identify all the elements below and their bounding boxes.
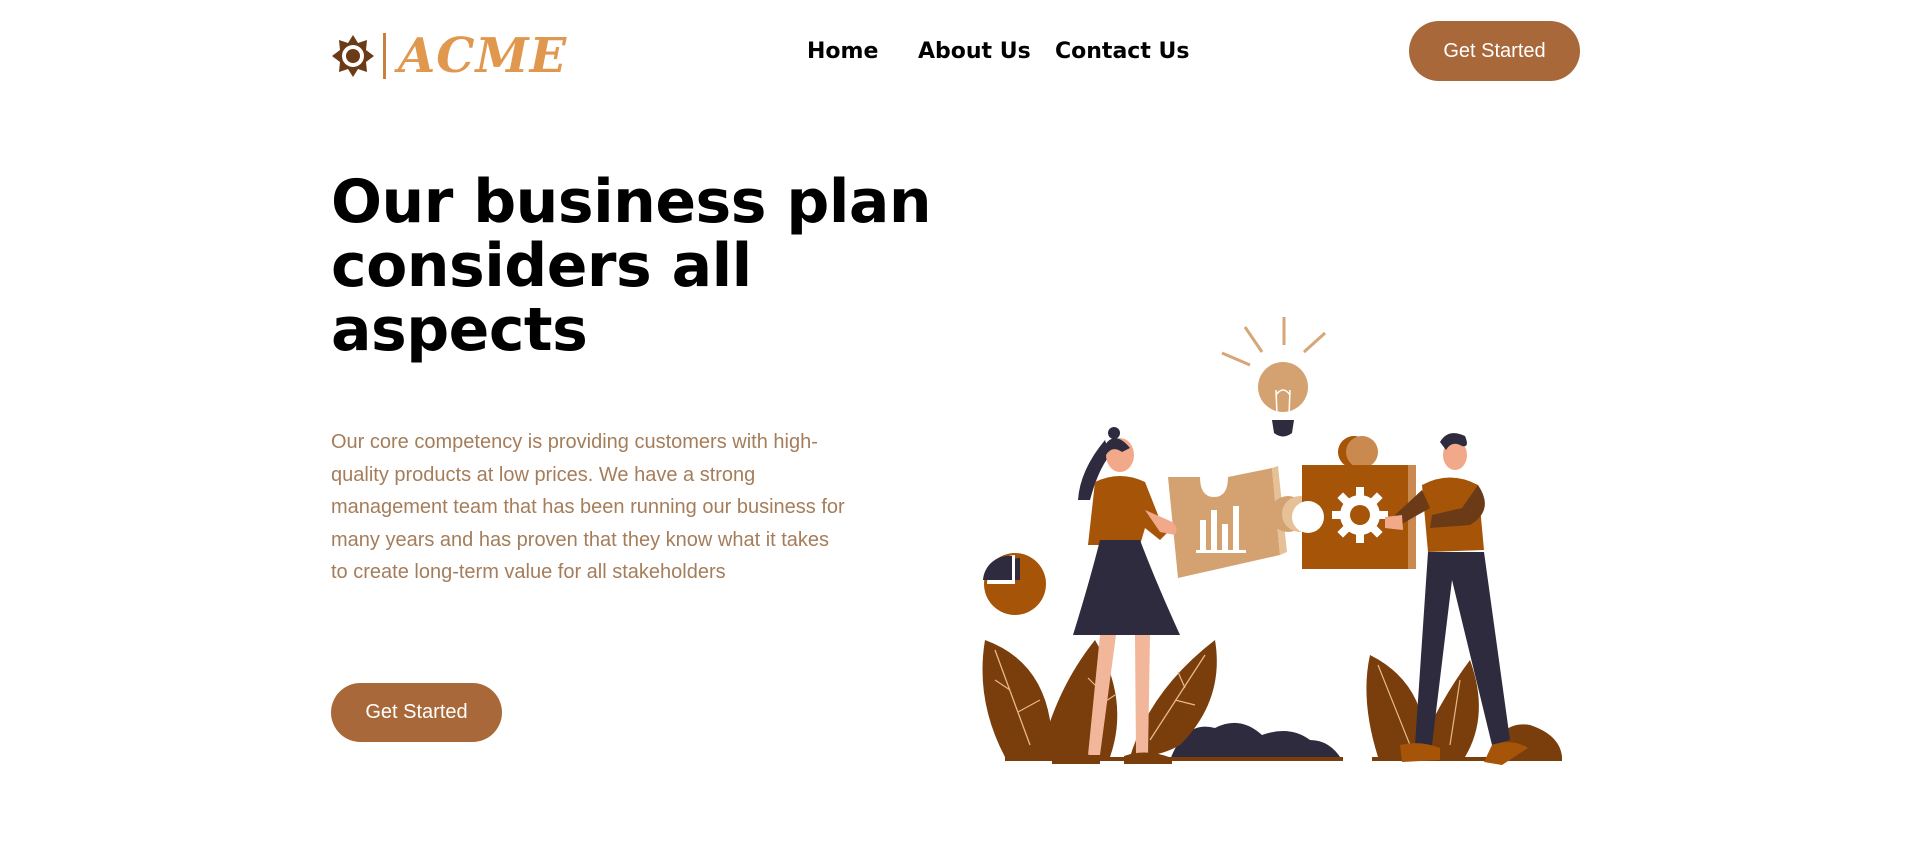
hero-get-started-button[interactable]: Get Started bbox=[331, 683, 502, 742]
plant-right bbox=[1366, 655, 1562, 757]
sun-gear-icon bbox=[332, 35, 374, 77]
nav-about-link[interactable]: About Us bbox=[918, 37, 1031, 67]
hero-description: Our core competency is providing custome… bbox=[331, 431, 845, 583]
hero-title: Our business plan considers all aspects bbox=[331, 167, 932, 365]
puzzle-piece-right bbox=[1292, 436, 1416, 569]
logo-divider bbox=[383, 33, 386, 79]
nav-home-link[interactable]: Home bbox=[807, 37, 878, 67]
hero-illustration bbox=[982, 317, 1562, 765]
nav-contact-link[interactable]: Contact Us bbox=[1055, 37, 1189, 67]
pie-chart-icon bbox=[983, 553, 1046, 615]
lightbulb-icon bbox=[1221, 317, 1327, 437]
site-header: ACME Home About Us Contact Us Get Starte… bbox=[0, 0, 1920, 100]
header-get-started-button[interactable]: Get Started bbox=[1409, 21, 1580, 81]
brand-logo[interactable]: ACME bbox=[331, 30, 567, 82]
brand-name: ACME bbox=[398, 28, 568, 84]
gear-icon bbox=[1332, 487, 1388, 543]
